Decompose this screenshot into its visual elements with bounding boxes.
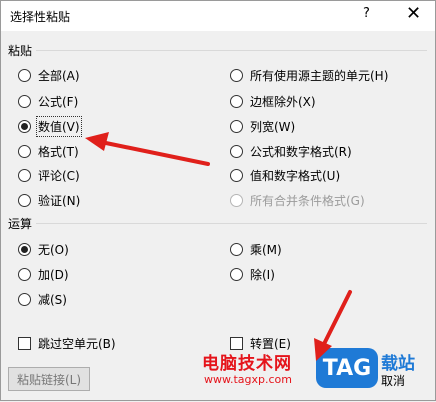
paste-formulas-option[interactable]: 公式(F) [18, 92, 78, 110]
paste-group-divider [36, 50, 427, 51]
watermark-suffix: 载站 [381, 354, 415, 374]
operation-section-label: 运算 [8, 217, 33, 231]
paste-values-option[interactable]: 数值(V) [18, 115, 82, 137]
operation-subtract-option[interactable]: 减(S) [18, 290, 67, 308]
radio-button[interactable] [230, 242, 243, 256]
option-label: 无(O) [38, 242, 69, 257]
operation-divide-option[interactable]: 除(I) [230, 265, 275, 283]
paste-validation-option[interactable]: 验证(N) [18, 191, 80, 209]
checkbox-label: 跳过空单元(B) [38, 336, 116, 351]
paste-link-button[interactable]: 粘贴链接(L) [8, 367, 90, 391]
option-label: 边框除外(X) [250, 94, 316, 109]
option-label: 数值(V) [36, 115, 82, 137]
dialog-title: 选择性粘贴 [10, 10, 71, 24]
option-label: 所有使用源主题的单元(H) [250, 68, 389, 83]
watermark-site-name: 电脑技术网 [202, 354, 292, 374]
radio-button[interactable] [230, 68, 243, 82]
option-label: 除(I) [250, 267, 275, 282]
checkbox-box[interactable] [230, 336, 243, 350]
radio-button[interactable] [18, 292, 31, 306]
watermark-tag-text: TAG [322, 355, 372, 381]
option-label: 加(D) [38, 267, 69, 282]
option-label: 公式和数字格式(R) [250, 144, 352, 159]
watermark-tag-logo: TAG [316, 348, 378, 388]
paste-values-number-formats-option[interactable]: 值和数字格式(U) [230, 166, 340, 184]
radio-button[interactable] [18, 68, 31, 82]
help-button[interactable]: ? [363, 6, 370, 21]
operation-group-divider [36, 223, 427, 224]
paste-comments-option[interactable]: 评论(C) [18, 166, 80, 184]
watermark-url: www.tagxp.com [204, 373, 292, 386]
radio-button[interactable] [230, 267, 243, 281]
arrow-to-values [85, 132, 210, 166]
option-label: 值和数字格式(U) [250, 168, 341, 183]
option-label: 减(S) [38, 292, 67, 307]
paste-formulas-number-formats-option[interactable]: 公式和数字格式(R) [230, 142, 352, 160]
paste-all-except-borders-option[interactable]: 边框除外(X) [230, 92, 316, 110]
paste-merge-conditional-formats-option: 所有合并条件格式(G) [230, 191, 365, 209]
paste-special-dialog: 选择性粘贴 ? ✕ 粘贴 全部(A) 公式(F) 数值(V) 格式(T) 评论(… [0, 0, 436, 401]
cancel-button[interactable]: 取消 [381, 372, 405, 389]
paste-all-source-theme-option[interactable]: 所有使用源主题的单元(H) [230, 66, 388, 84]
skip-blanks-checkbox[interactable]: 跳过空单元(B) [18, 334, 116, 352]
checkbox-box[interactable] [18, 336, 31, 350]
option-label: 验证(N) [38, 193, 81, 208]
radio-button [230, 193, 243, 207]
option-label: 列宽(W) [250, 119, 296, 134]
option-label: 全部(A) [38, 68, 80, 83]
paste-all-option[interactable]: 全部(A) [18, 66, 80, 84]
option-label: 所有合并条件格式(G) [250, 193, 365, 208]
radio-button[interactable] [230, 144, 243, 158]
radio-button-selected[interactable] [18, 242, 31, 256]
paste-section-label: 粘贴 [8, 44, 33, 58]
option-label: 公式(F) [38, 94, 79, 109]
operation-add-option[interactable]: 加(D) [18, 265, 69, 283]
radio-button[interactable] [230, 119, 243, 133]
option-label: 评论(C) [38, 168, 80, 183]
radio-button[interactable] [18, 144, 31, 158]
close-button[interactable]: ✕ [406, 3, 421, 25]
radio-button[interactable] [18, 193, 31, 207]
operation-multiply-option[interactable]: 乘(M) [230, 240, 282, 258]
radio-button-selected[interactable] [18, 119, 31, 133]
paste-formats-option[interactable]: 格式(T) [18, 142, 79, 160]
radio-button[interactable] [18, 168, 31, 182]
radio-button[interactable] [18, 267, 31, 281]
title-bar: 选择性粘贴 ? ✕ [1, 1, 435, 31]
paste-column-widths-option[interactable]: 列宽(W) [230, 117, 295, 135]
option-label: 乘(M) [250, 242, 282, 257]
radio-button[interactable] [230, 94, 243, 108]
operation-none-option[interactable]: 无(O) [18, 240, 69, 258]
radio-button[interactable] [230, 168, 243, 182]
option-label: 格式(T) [38, 144, 79, 159]
radio-button[interactable] [18, 94, 31, 108]
